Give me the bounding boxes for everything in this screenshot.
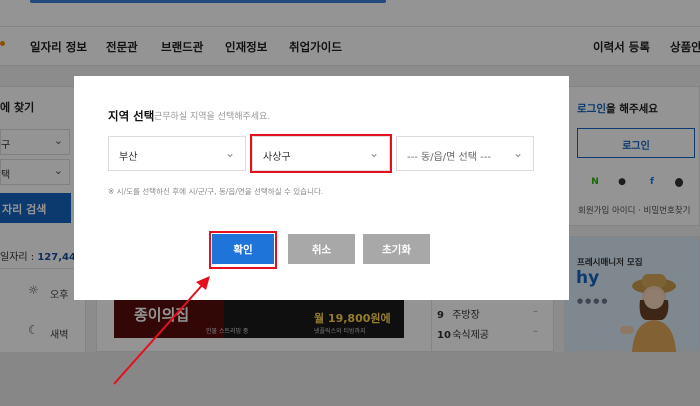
annotation-arrow [113,276,210,385]
